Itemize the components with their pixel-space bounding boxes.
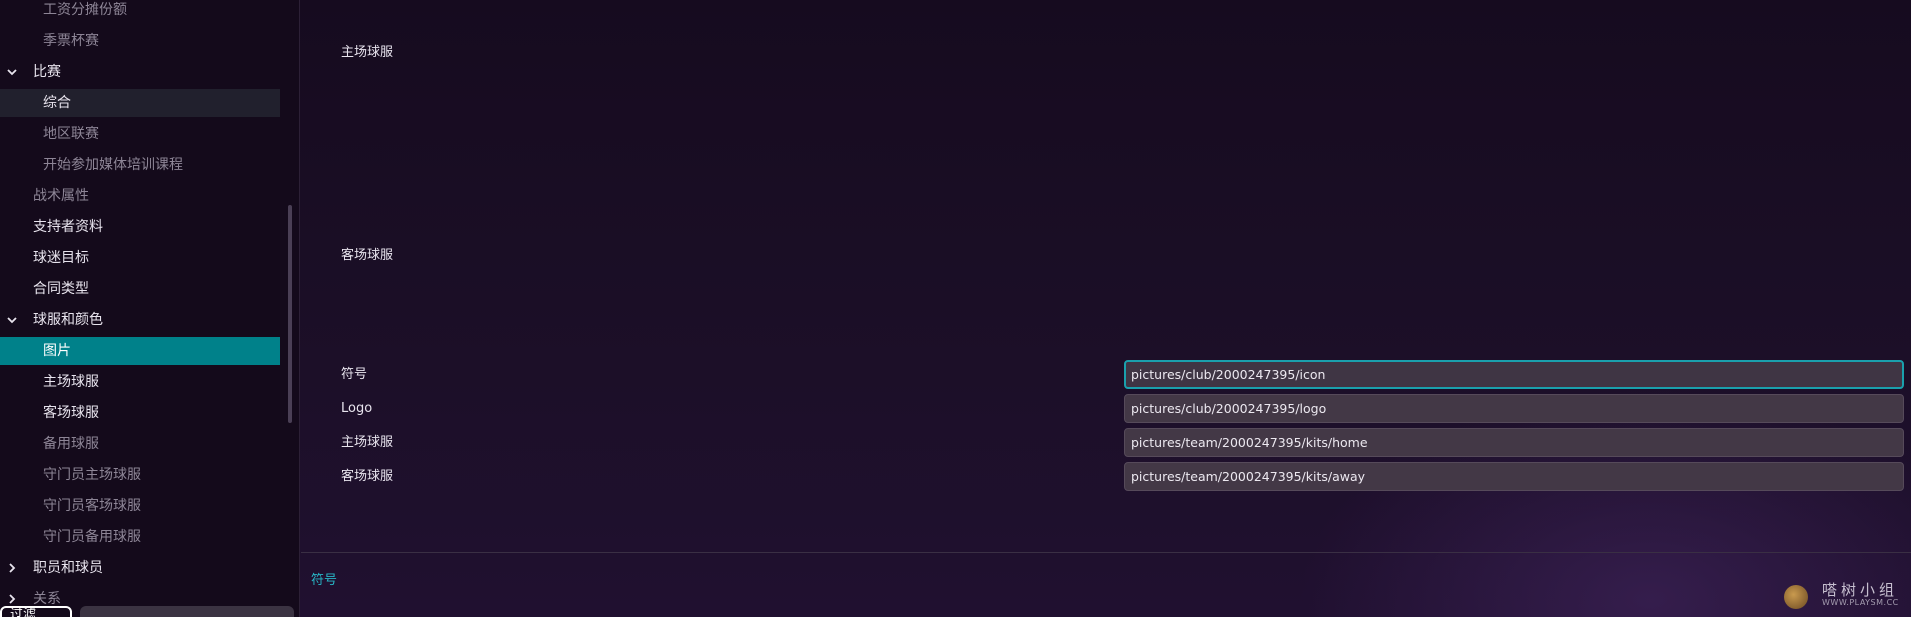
chevron-down-icon[interactable]	[5, 65, 19, 79]
away-kit-preview-label: 客场球服	[341, 248, 394, 263]
tree-item[interactable]: 球服和颜色	[0, 306, 280, 334]
tree-item-label: 守门员备用球服	[43, 529, 141, 545]
sidebar-tree: 工资分摊份额 季票杯赛比赛综合地区联赛开始参加媒体培训课程战术属性支持者资料球迷目…	[0, 0, 300, 617]
tree-item-label: 守门员客场球服	[43, 498, 141, 514]
filter-input[interactable]	[80, 606, 294, 617]
tree-item-label: 客场球服	[43, 405, 99, 421]
tree-item[interactable]: 战术属性	[0, 182, 280, 210]
field-label-home-kit: 主场球服	[341, 435, 394, 450]
tree-item[interactable]: 守门员主场球服	[0, 461, 280, 489]
field-label-logo: Logo	[341, 401, 373, 416]
field-label-icon: 符号	[341, 367, 368, 382]
watermark-url: WWW.PLAYSM.CC	[1822, 598, 1899, 607]
tree-item-label: 支持者资料	[33, 219, 103, 235]
tree-item-label: 工资分摊份额	[43, 2, 127, 18]
sidebar-scrollbar[interactable]	[288, 205, 292, 423]
tree-item-label: 球服和颜色	[33, 312, 103, 328]
tree-item[interactable]: 支持者资料	[0, 213, 280, 241]
tree-item-label: 地区联赛	[43, 126, 99, 142]
tree-item[interactable]: 主场球服	[0, 368, 280, 396]
tree-item-label: 季票杯赛	[43, 33, 99, 49]
icon-path-input[interactable]: pictures/club/2000247395/icon	[1124, 360, 1904, 389]
tree-item-label: 图片	[43, 343, 71, 359]
filter-button[interactable]: 过滤	[0, 606, 72, 617]
away-kit-path-input[interactable]: pictures/team/2000247395/kits/away	[1124, 462, 1904, 491]
field-label-away-kit: 客场球服	[341, 469, 394, 484]
main-panel: 主场球服 客场球服 符号 pictures/club/2000247395/ic…	[301, 0, 1911, 617]
watermark-title: 嗒树小组	[1822, 581, 1899, 599]
chevron-right-icon[interactable]	[5, 592, 19, 606]
tree-item[interactable]: 守门员备用球服	[0, 523, 280, 551]
tree-item[interactable]: 职员和球员	[0, 554, 280, 582]
tree-item[interactable]: 开始参加媒体培训课程	[0, 151, 280, 179]
tree-item[interactable]: 季票杯赛	[0, 27, 280, 55]
tree-item-label: 战术属性	[33, 188, 89, 204]
tree-item[interactable]: 守门员客场球服	[0, 492, 280, 520]
chevron-right-icon[interactable]	[5, 561, 19, 575]
divider	[301, 552, 1911, 553]
tree-item[interactable]: 备用球服	[0, 430, 280, 458]
tree-item[interactable]: 球迷目标	[0, 244, 280, 272]
tree-item[interactable]: 工资分摊份额	[0, 0, 280, 24]
tree-item-label: 球迷目标	[33, 250, 89, 266]
tree-item[interactable]: 地区联赛	[0, 120, 280, 148]
home-kit-preview-label: 主场球服	[341, 45, 394, 60]
logo-path-input[interactable]: pictures/club/2000247395/logo	[1124, 394, 1904, 423]
tree-item[interactable]: 合同类型	[0, 275, 280, 303]
chevron-down-icon[interactable]	[5, 313, 19, 327]
tree-item[interactable]: 客场球服	[0, 399, 280, 427]
tree-item-label: 合同类型	[33, 281, 89, 297]
field-info-text: 符号	[311, 573, 338, 588]
seal-icon	[1784, 585, 1808, 609]
home-kit-path-input[interactable]: pictures/team/2000247395/kits/home	[1124, 428, 1904, 457]
tree-item-label: 综合	[43, 95, 71, 111]
tree-item-label: 守门员主场球服	[43, 467, 141, 483]
tree-item[interactable]: 综合	[0, 89, 280, 117]
watermark-logo: 嗒树小组 WWW.PLAYSM.CC	[1780, 578, 1910, 612]
app-window: 工资分摊份额 季票杯赛比赛综合地区联赛开始参加媒体培训课程战术属性支持者资料球迷目…	[0, 0, 1911, 617]
tree-item-label: 主场球服	[43, 374, 99, 390]
tree-item-label: 比赛	[33, 64, 61, 80]
tree-item-label: 职员和球员	[33, 560, 103, 576]
tree-item[interactable]: 比赛	[0, 58, 280, 86]
tree-item[interactable]: 图片	[0, 337, 280, 365]
tree-item-label: 开始参加媒体培训课程	[43, 157, 183, 173]
tree-item-label: 备用球服	[43, 436, 99, 452]
